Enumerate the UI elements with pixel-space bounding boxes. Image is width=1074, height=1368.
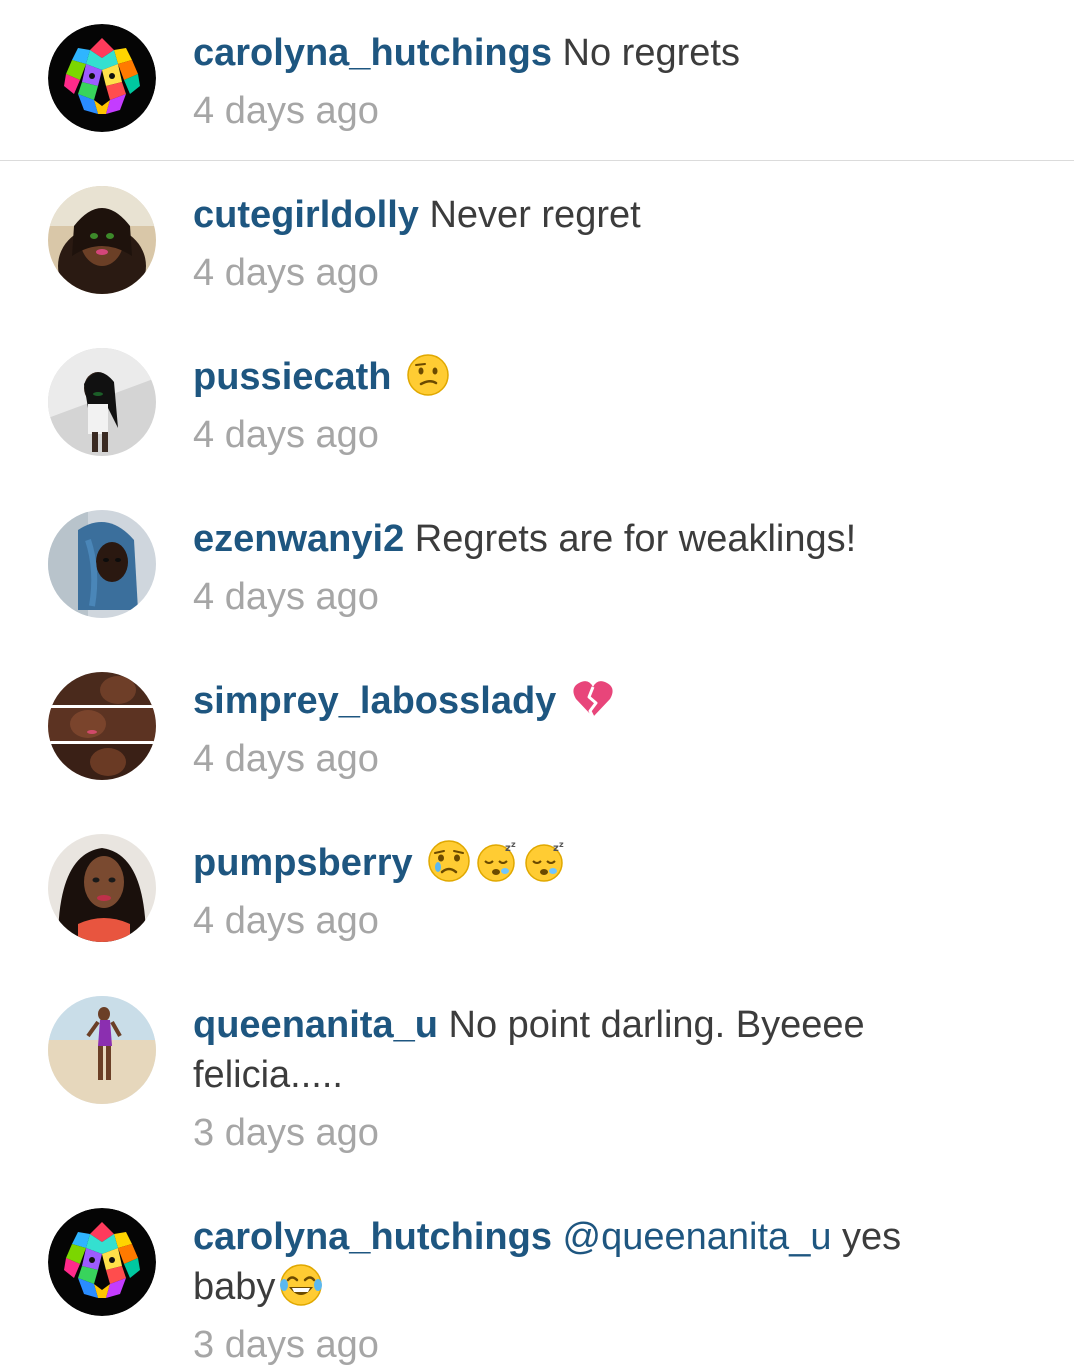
avatar[interactable] <box>48 348 156 456</box>
username-link[interactable]: queenanita_u <box>193 1004 438 1046</box>
username-link[interactable]: carolyna_hutchings <box>193 1216 552 1258</box>
avatar[interactable] <box>48 996 156 1104</box>
profile-photo-icon <box>48 348 156 456</box>
timestamp: 4 days ago <box>193 414 379 456</box>
avatar[interactable] <box>48 510 156 618</box>
comment-body: pumpsberry zzzz 4 days ago <box>193 838 953 946</box>
avatar[interactable] <box>48 672 156 780</box>
comment-body: simprey_labosslady 4 days ago <box>193 676 953 784</box>
lion-avatar-icon <box>48 24 156 132</box>
username-link[interactable]: carolyna_hutchings <box>193 32 552 74</box>
comment-text-line: pussiecath <box>193 352 953 402</box>
sleeping-face-emoji-icon: zz <box>475 839 519 883</box>
profile-photo-icon <box>48 672 156 780</box>
avatar[interactable] <box>48 24 156 132</box>
timestamp: 4 days ago <box>193 90 379 132</box>
timestamp: 3 days ago <box>193 1112 379 1154</box>
username-link[interactable]: cutegirldolly <box>193 194 419 236</box>
comment-text-line: simprey_labosslady <box>193 676 953 726</box>
timestamp: 4 days ago <box>193 738 379 780</box>
comment-text: Regrets are for weaklings! <box>414 518 857 560</box>
comment-body: carolyna_hutchings No regrets 4 days ago <box>193 28 953 136</box>
username-link[interactable]: simprey_labosslady <box>193 680 556 722</box>
avatar[interactable] <box>48 186 156 294</box>
comment-body: cutegirldolly Never regret 4 days ago <box>193 190 953 298</box>
mention-link[interactable]: @queenanita_u <box>563 1216 832 1258</box>
avatar[interactable] <box>48 834 156 942</box>
divider <box>0 160 1074 161</box>
timestamp: 4 days ago <box>193 900 379 942</box>
svg-text:z: z <box>511 840 516 849</box>
comment-text-line: pumpsberry zzzz <box>193 838 953 888</box>
profile-photo-icon <box>48 834 156 942</box>
crying-face-emoji-icon <box>427 839 471 883</box>
profile-photo-icon <box>48 996 156 1104</box>
lion-avatar-icon <box>48 1208 156 1316</box>
profile-photo-icon <box>48 510 156 618</box>
comment-body: carolyna_hutchings @queenanita_u yes bab… <box>193 1212 953 1368</box>
timestamp: 4 days ago <box>193 576 379 618</box>
comment-text-line: cutegirldolly Never regret <box>193 190 953 240</box>
avatar[interactable] <box>48 1208 156 1316</box>
comments-list: carolyna_hutchings No regrets 4 days ago… <box>0 0 1074 1368</box>
comment-text: Never regret <box>429 194 641 236</box>
comment-text-line: ezenwanyi2 Regrets are for weaklings! <box>193 514 953 564</box>
confused-face-emoji-icon <box>406 353 450 397</box>
comment-text-line: carolyna_hutchings @queenanita_u yes bab… <box>193 1212 953 1312</box>
username-link[interactable]: ezenwanyi2 <box>193 518 404 560</box>
comment-text-line: carolyna_hutchings No regrets <box>193 28 953 78</box>
svg-text:z: z <box>559 840 564 849</box>
comment-body: queenanita_u No point darling. Byeeee fe… <box>193 1000 953 1158</box>
tears-of-joy-emoji-icon <box>279 1263 323 1307</box>
username-link[interactable]: pussiecath <box>193 356 392 398</box>
timestamp: 3 days ago <box>193 1324 379 1366</box>
comment-text-line: queenanita_u No point darling. Byeeee fe… <box>193 1000 953 1100</box>
comment-body: ezenwanyi2 Regrets are for weaklings! 4 … <box>193 514 953 622</box>
comment-body: pussiecath 4 days ago <box>193 352 953 460</box>
timestamp: 4 days ago <box>193 252 379 294</box>
comment-text: No regrets <box>562 32 740 74</box>
broken-heart-emoji-icon <box>571 677 615 721</box>
profile-photo-icon <box>48 186 156 294</box>
sleeping-face-emoji-icon: zz <box>523 839 567 883</box>
username-link[interactable]: pumpsberry <box>193 842 413 884</box>
